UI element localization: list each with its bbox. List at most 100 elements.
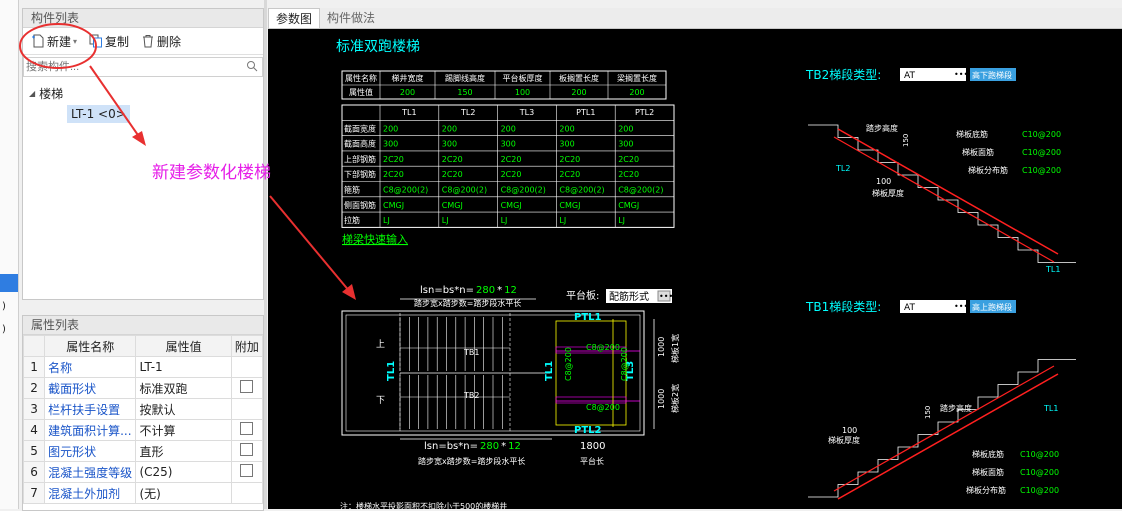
beam-cell[interactable]: 2C20: [559, 170, 580, 179]
table1-header: 板搁置长度: [559, 73, 599, 83]
tb1-ellipsis-icon[interactable]: •••: [954, 302, 968, 311]
beam-cell[interactable]: LJ: [442, 216, 449, 225]
property-value[interactable]: LT-1: [135, 356, 232, 378]
dropdown-arrow-icon[interactable]: ▾: [73, 37, 77, 46]
beam-cell[interactable]: 2C20: [501, 155, 522, 164]
beam-cell[interactable]: LJ: [618, 216, 625, 225]
beam-cell[interactable]: 2C20: [618, 155, 639, 164]
additional-checkbox[interactable]: [240, 443, 254, 456]
component-search: [23, 57, 263, 77]
additional-cell: [230, 482, 263, 504]
panel-splitter[interactable]: [264, 0, 267, 509]
property-row[interactable]: 1 名称 LT-1: [23, 356, 263, 378]
beam-cell[interactable]: C8@200(2): [618, 186, 663, 195]
additional-checkbox[interactable]: [240, 464, 254, 477]
additional-checkbox[interactable]: [240, 422, 254, 435]
search-input[interactable]: [24, 58, 228, 76]
property-row[interactable]: 5 图元形状 直形: [23, 440, 263, 462]
header-additional: 附加: [230, 335, 263, 357]
tb1-tl1: TL1: [1043, 404, 1058, 413]
beam-cell[interactable]: LJ: [559, 216, 566, 225]
table1-value: 200: [571, 88, 586, 97]
property-value[interactable]: 不计算: [135, 419, 232, 441]
delete-button[interactable]: 删除: [137, 30, 185, 52]
ptl1-label: PTL1: [574, 312, 602, 323]
search-icon[interactable]: [246, 60, 258, 72]
beam-cell[interactable]: 200: [501, 124, 516, 133]
property-value[interactable]: 直形: [135, 440, 232, 462]
tb1-dist-val: C10@200: [1020, 486, 1059, 495]
beam-cell[interactable]: 2C20: [383, 155, 404, 164]
tb2-dim-150: 150: [902, 134, 910, 147]
property-value[interactable]: (无): [135, 482, 232, 504]
beam-cell[interactable]: 300: [618, 140, 633, 149]
property-name: 栏杆扶手设置: [44, 398, 137, 420]
property-value[interactable]: 标准双跑: [135, 377, 232, 399]
cad-drawing: 标准双跑楼梯 属性名称属性值 梯井宽度 200 踢脚线高度 150 平台板厚度 100 板搁置…: [336, 39, 1076, 509]
property-rows: 1 名称 LT-1 2 截面形状 标准双跑 3 栏杆扶手设置 按默认 4 建筑面积计算... 不计算 5…: [23, 356, 263, 504]
new-button[interactable]: 新建 ▾: [27, 30, 81, 52]
copy-button[interactable]: 复制: [85, 30, 133, 52]
tab-parameter-diagram[interactable]: 参数图: [268, 8, 321, 28]
beam-cell[interactable]: 2C20: [618, 170, 639, 179]
dim-1000-b: 1000: [657, 389, 666, 409]
property-name: 图元形状: [44, 440, 137, 462]
beam-cell[interactable]: 200: [442, 124, 457, 133]
beam-cell[interactable]: 2C20: [501, 170, 522, 179]
property-row[interactable]: 7 混凝土外加剂 (无): [23, 482, 263, 504]
header-name: 属性名称: [44, 335, 137, 357]
beam-cell[interactable]: C8@200(2): [383, 186, 428, 195]
table1-value: 200: [400, 88, 415, 97]
beam-cell[interactable]: CMGJ: [559, 201, 580, 210]
tb2-dist-rebar: 梯板分布筋: [968, 165, 1008, 175]
property-value[interactable]: 按默认: [135, 398, 232, 420]
ellipsis-icon: •••: [659, 292, 673, 301]
beam-cell[interactable]: CMGJ: [618, 201, 639, 210]
beam-quick-input-link[interactable]: 梯梁快速输入: [342, 232, 408, 246]
tree-node-lt1[interactable]: LT-1 <0>: [67, 105, 130, 123]
rebar-c8-a: C8@200: [586, 343, 620, 352]
beam-cell[interactable]: 2C20: [383, 170, 404, 179]
beam-cell[interactable]: 200: [383, 124, 398, 133]
lsn-label-top: lsn=bs*n= 280 * 12: [420, 285, 517, 296]
property-row[interactable]: 3 栏杆扶手设置 按默认: [23, 398, 263, 420]
additional-cell: [230, 419, 263, 441]
beam-cell[interactable]: C8@200(2): [501, 186, 546, 195]
property-list-panel: 属性列表 属性名称 属性值 附加 1 名称 LT-1 2 截面形状 标准双跑 3 栏杆扶手设置…: [22, 315, 264, 511]
additional-checkbox[interactable]: [240, 380, 254, 393]
beam-cell[interactable]: 2C20: [442, 170, 463, 179]
row-number: 6: [23, 461, 46, 483]
property-list-title: 属性列表: [23, 316, 263, 335]
property-row[interactable]: 6 混凝土强度等级 (C25): [23, 461, 263, 483]
additional-cell: [230, 440, 263, 462]
beam-cell[interactable]: 200: [618, 124, 633, 133]
tb2-tread-height: 踏步高度: [866, 123, 898, 133]
tb2-tl2: TL2: [835, 164, 850, 173]
tree-node-stairs[interactable]: ◢ 楼梯: [29, 83, 257, 103]
beam-cell[interactable]: C8@200(2): [559, 186, 604, 195]
beam-cell[interactable]: C8@200(2): [442, 186, 487, 195]
beam-cell[interactable]: CMGJ: [442, 201, 463, 210]
beam-cell[interactable]: 200: [559, 124, 574, 133]
property-name: 名称: [44, 356, 137, 378]
beam-cell[interactable]: LJ: [501, 216, 508, 225]
drawing-title: 标准双跑楼梯: [336, 39, 420, 55]
beam-cell[interactable]: 300: [442, 140, 457, 149]
beam-cell[interactable]: CMGJ: [383, 201, 404, 210]
property-value[interactable]: (C25): [135, 461, 232, 483]
beam-cell[interactable]: 300: [383, 140, 398, 149]
beam-cell[interactable]: 300: [501, 140, 516, 149]
beam-cell[interactable]: CMGJ: [501, 201, 522, 210]
tb2-run-button-label: 高下跑梯段: [972, 70, 1012, 80]
beam-cell[interactable]: 2C20: [442, 155, 463, 164]
tab-component-method[interactable]: 构件做法: [320, 8, 382, 28]
beam-cell[interactable]: LJ: [383, 216, 390, 225]
beam-cell[interactable]: 300: [559, 140, 574, 149]
tb2-ellipsis-icon[interactable]: •••: [954, 70, 968, 79]
table1-row-label: 属性值: [349, 87, 373, 97]
collapse-arrow-icon[interactable]: ◢: [29, 89, 35, 98]
property-row[interactable]: 4 建筑面积计算... 不计算: [23, 419, 263, 441]
tl1-right-label: TL1: [544, 361, 555, 381]
property-row[interactable]: 2 截面形状 标准双跑: [23, 377, 263, 399]
beam-cell[interactable]: 2C20: [559, 155, 580, 164]
